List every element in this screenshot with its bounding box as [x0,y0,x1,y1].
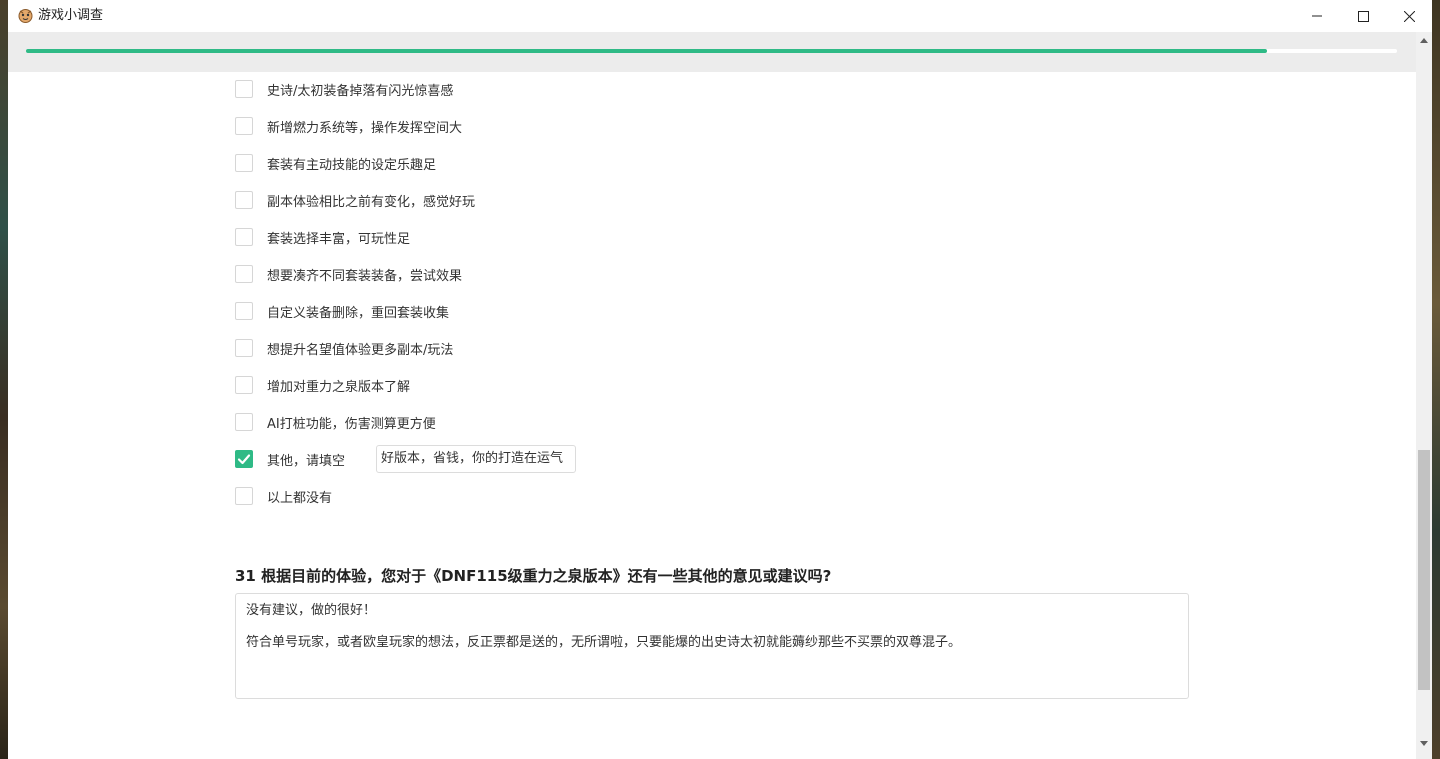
minimize-icon [1312,15,1322,17]
option-item[interactable]: 副本体验相比之前有变化，感觉好玩 [235,190,475,210]
progress-bar [26,49,1397,53]
vertical-scrollbar[interactable] [1416,32,1432,759]
survey-content: 史诗/太初装备掉落有闪光惊喜感 新增燃力系统等，操作发挥空间大 套装有主动技能的设定… [8,72,1416,759]
option-label: 其他，请填空 [267,453,346,469]
window-title: 游戏小调查 [38,8,104,23]
mascot-icon [18,8,33,23]
checkbox[interactable] [235,339,253,357]
checkbox[interactable] [235,154,253,172]
checkbox-checked[interactable] [235,450,253,468]
checkbox[interactable] [235,265,253,283]
option-label: 自定义装备删除，重回套装收集 [267,305,450,321]
close-icon [1403,10,1415,22]
checkbox[interactable] [235,117,253,135]
option-label: 副本体验相比之前有变化，感觉好玩 [267,194,476,210]
option-label: 增加对重力之泉版本了解 [267,379,411,395]
scroll-up-button[interactable] [1416,32,1432,48]
maximize-button[interactable] [1340,0,1386,32]
progress-header [8,32,1416,72]
option-label: 新增燃力系统等，操作发挥空间大 [267,120,463,136]
option-item[interactable]: 史诗/太初装备掉落有闪光惊喜感 [235,79,453,99]
checkbox[interactable] [235,191,253,209]
chevron-down-icon [1420,740,1428,746]
option-item[interactable]: 新增燃力系统等，操作发挥空间大 [235,116,462,136]
checkbox[interactable] [235,376,253,394]
option-label: AI打桩功能，伤害测算更方便 [267,416,436,432]
other-text-input[interactable]: 好版本，省钱，你的打造在运气 [376,445,576,473]
question-31-answer-textarea[interactable]: 没有建议，做的很好！ 符合单号玩家，或者欧皇玩家的想法，反正票都是送的，无所谓啦… [235,593,1189,699]
option-label: 以上都没有 [267,490,333,506]
option-label: 套装选择丰富，可玩性足 [267,231,411,247]
maximize-icon [1357,10,1369,22]
option-label: 史诗/太初装备掉落有闪光惊喜感 [267,83,454,99]
checkbox[interactable] [235,487,253,505]
survey-window: 游戏小调查 史诗/太初装备掉落有闪光惊喜感 新增燃力系统等，操作发挥空间大 套装有主… [8,0,1432,759]
checkbox[interactable] [235,302,253,320]
option-item[interactable]: 想要凑齐不同套装装备，尝试效果 [235,264,462,284]
minimize-button[interactable] [1294,0,1340,32]
chevron-up-icon [1420,37,1428,43]
option-item[interactable]: 套装选择丰富，可玩性足 [235,227,410,247]
checkbox[interactable] [235,228,253,246]
answer-line-1: 没有建议，做的很好！ [246,603,377,618]
progress-fill [26,49,1267,53]
title-bar[interactable]: 游戏小调查 [8,0,1432,32]
scroll-thumb[interactable] [1418,450,1430,690]
checkbox[interactable] [235,413,253,431]
close-button[interactable] [1386,0,1432,32]
option-label: 想要凑齐不同套装装备，尝试效果 [267,268,463,284]
scroll-down-button[interactable] [1416,735,1432,751]
option-item[interactable]: 套装有主动技能的设定乐趣足 [235,153,436,173]
checkbox[interactable] [235,80,253,98]
option-item[interactable]: 以上都没有 [235,486,332,506]
option-item[interactable]: 自定义装备删除，重回套装收集 [235,301,449,321]
option-label: 想提升名望值体验更多副本/玩法 [267,342,454,358]
option-item[interactable]: 其他，请填空 [235,449,345,469]
answer-line-2: 符合单号玩家，或者欧皇玩家的想法，反正票都是送的，无所谓啦，只要能爆的出史诗太初… [246,635,962,650]
option-label: 套装有主动技能的设定乐趣足 [267,157,437,173]
option-item[interactable]: 想提升名望值体验更多副本/玩法 [235,338,453,358]
checkmark-icon [237,454,251,465]
option-item[interactable]: AI打桩功能，伤害测算更方便 [235,412,436,432]
question-31-title: 31 根据目前的体验，您对于《DNF115级重力之泉版本》还有一些其他的意见或建… [235,567,832,585]
option-item[interactable]: 增加对重力之泉版本了解 [235,375,410,395]
